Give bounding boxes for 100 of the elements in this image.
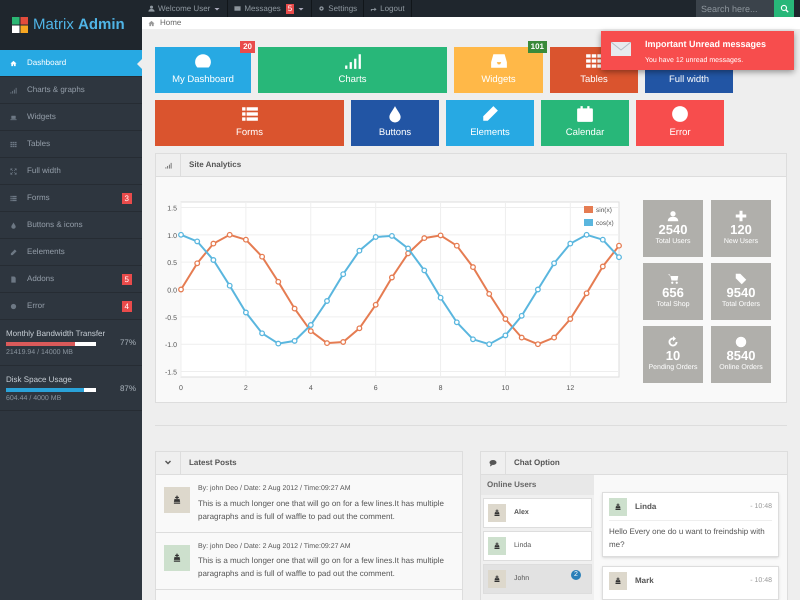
drop-icon [10, 222, 17, 228]
settings-icon [318, 5, 326, 12]
chevron-down-icon [164, 459, 172, 467]
dashboard-tile[interactable]: Elements [446, 100, 534, 146]
dashboard-tile[interactable]: Charts [258, 47, 447, 93]
inbox-icon [490, 52, 508, 70]
point [616, 242, 622, 249]
post-text: This is a much longer one that will go on for a few lines.It has multiple paragraphs and is full of waffle to pad out the comment. [198, 555, 445, 580]
chess-king-icon [493, 575, 501, 583]
panel-title: Latest Posts [188, 457, 237, 469]
point [292, 338, 298, 344]
point [600, 264, 606, 270]
post-text: This is a much longer one that will go on for a few lines.It has multiple paragraphs and is full of waffle to pad out the comment. [198, 498, 445, 522]
sidebar-item[interactable]: Widgets [0, 104, 142, 131]
logo-icon [12, 17, 28, 33]
point [518, 312, 525, 319]
point [324, 340, 330, 346]
grid-icon [10, 140, 17, 148]
point [242, 310, 249, 316]
pencil-icon [10, 248, 17, 256]
point [421, 267, 428, 274]
search-button[interactable] [774, 0, 794, 17]
list-icon [240, 105, 258, 124]
logo-text: Matrix Admin [33, 14, 125, 35]
point [454, 242, 460, 249]
point [178, 286, 184, 292]
point [567, 316, 574, 322]
home-icon [148, 20, 155, 26]
point [308, 322, 314, 328]
chess-king-icon [493, 509, 501, 517]
bar-chart-icon [164, 162, 172, 168]
sidebar-item[interactable]: Dashboard [0, 50, 142, 77]
envelope-icon [234, 5, 242, 12]
legend-swatch [584, 206, 593, 213]
point [275, 340, 282, 347]
count-badge: 101 [528, 41, 547, 53]
dashboard-tile[interactable]: Error [636, 100, 724, 146]
point [308, 328, 314, 334]
point [470, 264, 476, 270]
chess-king-icon [614, 503, 622, 511]
stat-percent: 77% [120, 337, 136, 350]
count-badge: 3 [122, 192, 132, 204]
point [438, 294, 444, 301]
active-pointer [137, 59, 142, 69]
dashboard-tile[interactable]: Forms [155, 100, 344, 146]
point [388, 274, 395, 280]
sidebar-item[interactable]: Forms 3 [0, 185, 142, 212]
point [210, 240, 216, 247]
point [226, 232, 233, 238]
legend-swatch [584, 219, 593, 226]
search-icon [780, 4, 788, 13]
point [470, 336, 476, 342]
point [242, 236, 249, 243]
comment-icon [489, 459, 497, 467]
point [405, 246, 412, 252]
point [454, 319, 460, 326]
sender-name: Linda [635, 501, 658, 513]
user-icon [148, 5, 155, 12]
point [502, 316, 508, 322]
point [259, 330, 266, 336]
point [226, 282, 233, 289]
sidebar-item[interactable]: Addons 5 [0, 266, 142, 293]
stat-percent: 87% [120, 382, 136, 395]
point [210, 257, 216, 263]
point [356, 248, 362, 254]
logout-icon [370, 5, 378, 12]
envelope-icon [611, 42, 631, 56]
stat-label: Disk Space Usage [6, 374, 73, 386]
plus-icon [735, 210, 747, 222]
calendar-icon [576, 105, 594, 124]
sidebar-item[interactable]: Error 4 [0, 293, 142, 320]
search-field[interactable]: Search here... [696, 0, 774, 17]
point [324, 298, 330, 304]
point [194, 260, 200, 266]
cart-icon [667, 272, 679, 285]
panel-title: Chat Option [513, 457, 560, 469]
pencil-icon [481, 105, 499, 124]
point [388, 232, 395, 239]
stat-label: Monthly Bandwidth Transfer [6, 328, 106, 340]
sidebar-item[interactable]: Tables [0, 131, 142, 158]
laptop-icon [10, 114, 17, 120]
count-badge: 4 [122, 300, 132, 312]
list-icon [10, 194, 17, 202]
dashboard-tile[interactable]: Calendar [541, 100, 629, 146]
point [584, 290, 590, 296]
point [292, 306, 298, 312]
point [551, 334, 558, 341]
point [518, 334, 525, 341]
point [259, 254, 266, 260]
grid-icon [585, 52, 603, 70]
sidebar-item[interactable]: Buttons & icons [0, 212, 142, 239]
sidebar-item[interactable]: Full width [0, 158, 142, 185]
dashboard-tile[interactable]: Buttons [351, 100, 439, 146]
sidebar-item[interactable]: Eelements [0, 239, 142, 266]
point [421, 235, 428, 242]
sidebar-item[interactable]: Charts & graphs [0, 77, 142, 104]
point [486, 341, 492, 348]
point [551, 260, 558, 266]
breadcrumb-link[interactable]: Home [160, 17, 182, 29]
home-icon [10, 60, 17, 66]
